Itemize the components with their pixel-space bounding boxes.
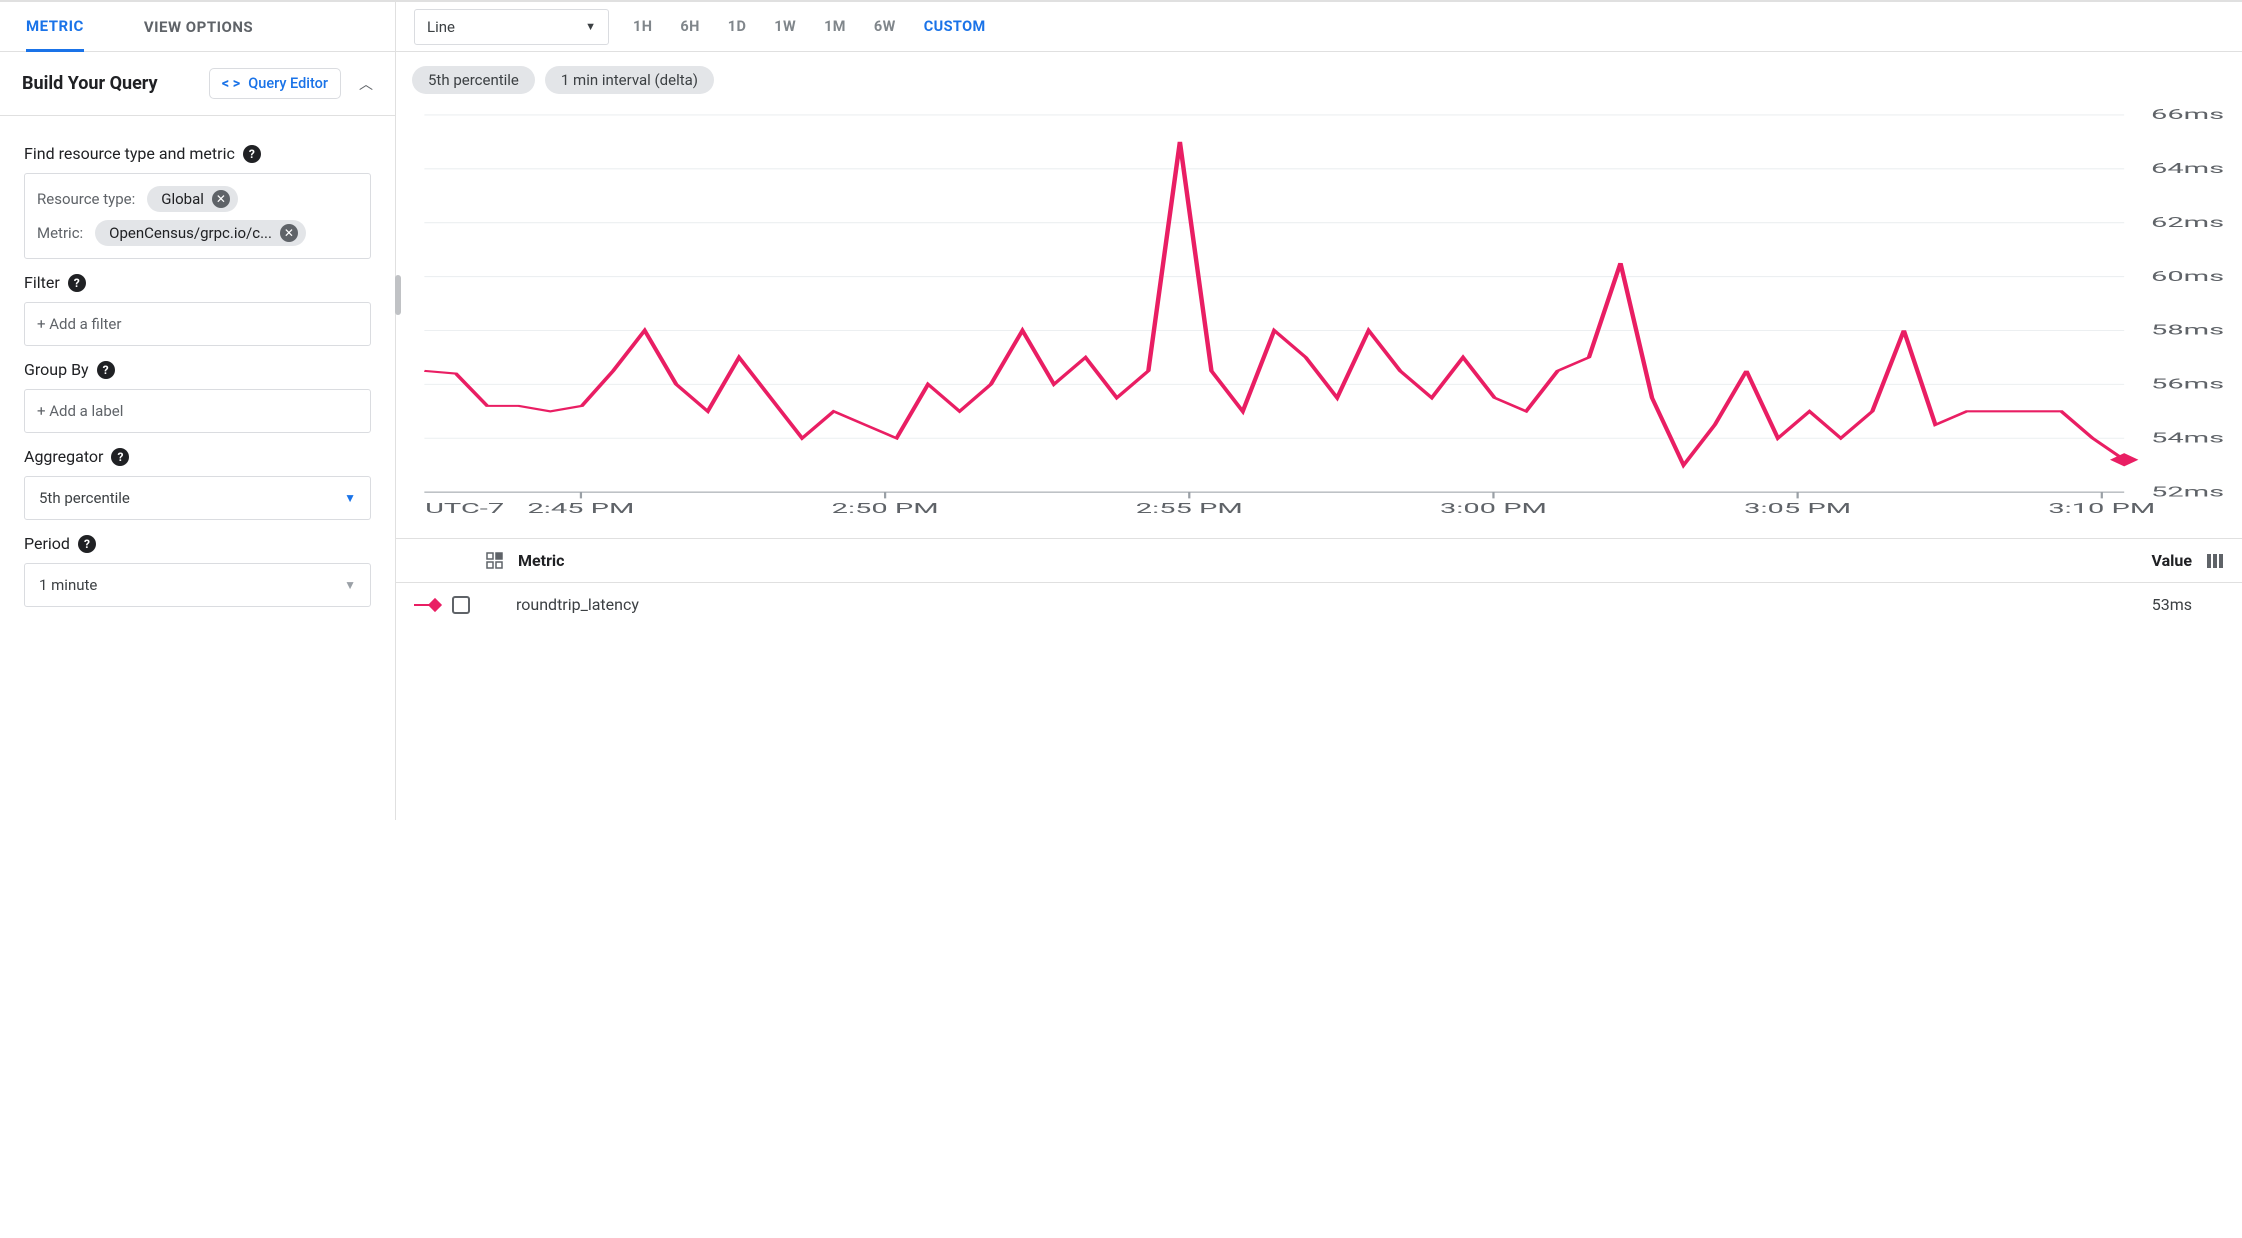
left-tabs: METRIC VIEW OPTIONS xyxy=(0,2,395,52)
resource-type-label: Resource type: xyxy=(37,190,135,208)
code-icon: < > xyxy=(222,75,240,92)
range-1d[interactable]: 1D xyxy=(724,12,751,41)
svg-text:3:05 PM: 3:05 PM xyxy=(1744,500,1851,516)
svg-text:66ms: 66ms xyxy=(2151,107,2224,123)
svg-text:3:10 PM: 3:10 PM xyxy=(2048,500,2155,516)
tab-metric[interactable]: METRIC xyxy=(26,3,84,52)
svg-text:2:50 PM: 2:50 PM xyxy=(832,500,939,516)
columns-icon[interactable] xyxy=(2206,552,2224,570)
tab-view-options[interactable]: VIEW OPTIONS xyxy=(144,4,253,50)
range-6w[interactable]: 6W xyxy=(870,12,900,41)
range-1m[interactable]: 1M xyxy=(820,12,850,41)
svg-text:UTC-7: UTC-7 xyxy=(425,500,504,516)
svg-text:2:55 PM: 2:55 PM xyxy=(1136,500,1243,516)
range-1w[interactable]: 1W xyxy=(770,12,800,41)
interval-badge: 1 min interval (delta) xyxy=(545,66,714,94)
range-custom[interactable]: CUSTOM xyxy=(920,12,990,41)
section-header: Build Your Query < > Query Editor ︿ xyxy=(0,52,395,116)
svg-text:64ms: 64ms xyxy=(2151,160,2224,176)
svg-text:60ms: 60ms xyxy=(2151,268,2224,284)
filter-label: Filter ? xyxy=(24,273,371,292)
chevron-down-icon: ▼ xyxy=(585,20,596,33)
chevron-down-icon: ▼ xyxy=(344,578,356,592)
series-marker-icon xyxy=(414,598,438,612)
find-label: Find resource type and metric ? xyxy=(24,144,371,163)
chart-area[interactable]: 52ms 54ms 56ms 58ms 60ms 62ms 64ms 66ms UTC-7 2:… xyxy=(396,94,2242,534)
aggregator-badge: 5th percentile xyxy=(412,66,535,94)
groupby-label: Group By ? xyxy=(24,360,371,379)
help-icon[interactable]: ? xyxy=(97,361,115,379)
svg-text:3:00 PM: 3:00 PM xyxy=(1440,500,1547,516)
range-6h[interactable]: 6H xyxy=(676,12,703,41)
collapse-icon[interactable]: ︿ xyxy=(359,74,373,94)
series-name: roundtrip_latency xyxy=(516,595,639,614)
query-editor-button[interactable]: < > Query Editor xyxy=(209,68,341,99)
range-1h[interactable]: 1H xyxy=(629,12,656,41)
time-range-group: 1H 6H 1D 1W 1M 6W CUSTOM xyxy=(629,12,990,41)
help-icon[interactable]: ? xyxy=(111,448,129,466)
svg-text:54ms: 54ms xyxy=(2151,430,2224,446)
svg-text:52ms: 52ms xyxy=(2151,484,2224,500)
series-value: 53ms xyxy=(2152,595,2192,614)
help-icon[interactable]: ? xyxy=(243,145,261,163)
series-checkbox[interactable] xyxy=(452,596,470,614)
period-label: Period ? xyxy=(24,534,371,553)
svg-text:58ms: 58ms xyxy=(2151,322,2224,338)
svg-text:62ms: 62ms xyxy=(2151,214,2224,230)
legend-metric-header[interactable]: Metric xyxy=(518,551,565,570)
groupby-input[interactable]: + Add a label xyxy=(24,389,371,433)
close-icon[interactable]: ✕ xyxy=(212,190,230,208)
aggregator-label: Aggregator ? xyxy=(24,447,371,466)
metric-label: Metric: xyxy=(37,224,83,242)
svg-text:56ms: 56ms xyxy=(2151,376,2224,392)
legend-value-header[interactable]: Value xyxy=(2152,551,2193,570)
close-icon[interactable]: ✕ xyxy=(280,224,298,242)
legend-header: Metric Value xyxy=(396,539,2242,583)
filter-input[interactable]: + Add a filter xyxy=(24,302,371,346)
period-select[interactable]: 1 minute ▼ xyxy=(24,563,371,607)
chevron-down-icon: ▼ xyxy=(344,491,356,505)
resource-metric-box[interactable]: Resource type: Global ✕ Metric: OpenCens… xyxy=(24,173,371,259)
chart-type-select[interactable]: Line ▼ xyxy=(414,9,609,45)
help-icon[interactable]: ? xyxy=(68,274,86,292)
help-icon[interactable]: ? xyxy=(78,535,96,553)
query-editor-label: Query Editor xyxy=(248,75,328,92)
resource-type-chip[interactable]: Global ✕ xyxy=(147,186,238,212)
legend-row[interactable]: roundtrip_latency 53ms xyxy=(396,583,2242,626)
aggregator-select[interactable]: 5th percentile ▼ xyxy=(24,476,371,520)
section-title: Build Your Query xyxy=(22,73,158,94)
apps-icon[interactable] xyxy=(486,552,504,570)
metric-chip[interactable]: OpenCensus/grpc.io/c... ✕ xyxy=(95,220,306,246)
svg-text:2:45 PM: 2:45 PM xyxy=(527,500,634,516)
